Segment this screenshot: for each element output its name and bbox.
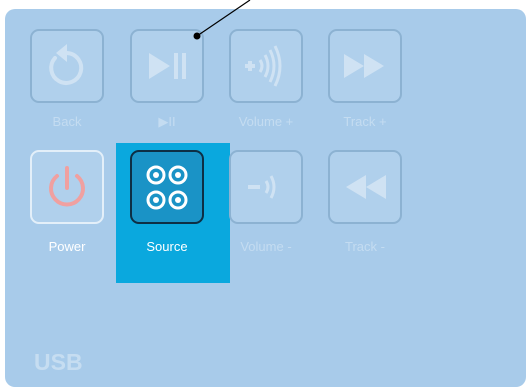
- source-status-text: USB: [34, 349, 83, 375]
- rewind-icon: [346, 175, 386, 199]
- play-pause-icon: [149, 53, 186, 79]
- play-pause-label: ▶II: [158, 114, 176, 129]
- source-label: Source: [146, 239, 188, 254]
- power-label: Power: [48, 239, 86, 254]
- back-button[interactable]: [30, 29, 104, 103]
- volume-up-label: Volume +: [238, 114, 294, 129]
- power-button[interactable]: [30, 150, 104, 224]
- play-pause-button[interactable]: [130, 29, 204, 103]
- volume-down-icon: [248, 175, 276, 199]
- volume-up-icon: [245, 45, 282, 87]
- source-button[interactable]: [130, 150, 204, 224]
- back-label: Back: [52, 114, 82, 129]
- track-back-button[interactable]: [328, 150, 402, 224]
- volume-down-label: Volume -: [240, 239, 292, 254]
- source-icon: [146, 165, 188, 210]
- volume-up-button[interactable]: [229, 29, 303, 103]
- remote-screen: Back ▶II Volume + Track + Power Source V…: [5, 9, 526, 387]
- power-icon: [49, 166, 85, 207]
- fast-forward-icon: [344, 54, 384, 78]
- rotate-back-icon: [49, 44, 84, 85]
- track-back-label: Track -: [345, 239, 385, 254]
- track-forward-button[interactable]: [328, 29, 402, 103]
- volume-down-button[interactable]: [229, 150, 303, 224]
- track-forward-label: Track +: [343, 114, 387, 129]
